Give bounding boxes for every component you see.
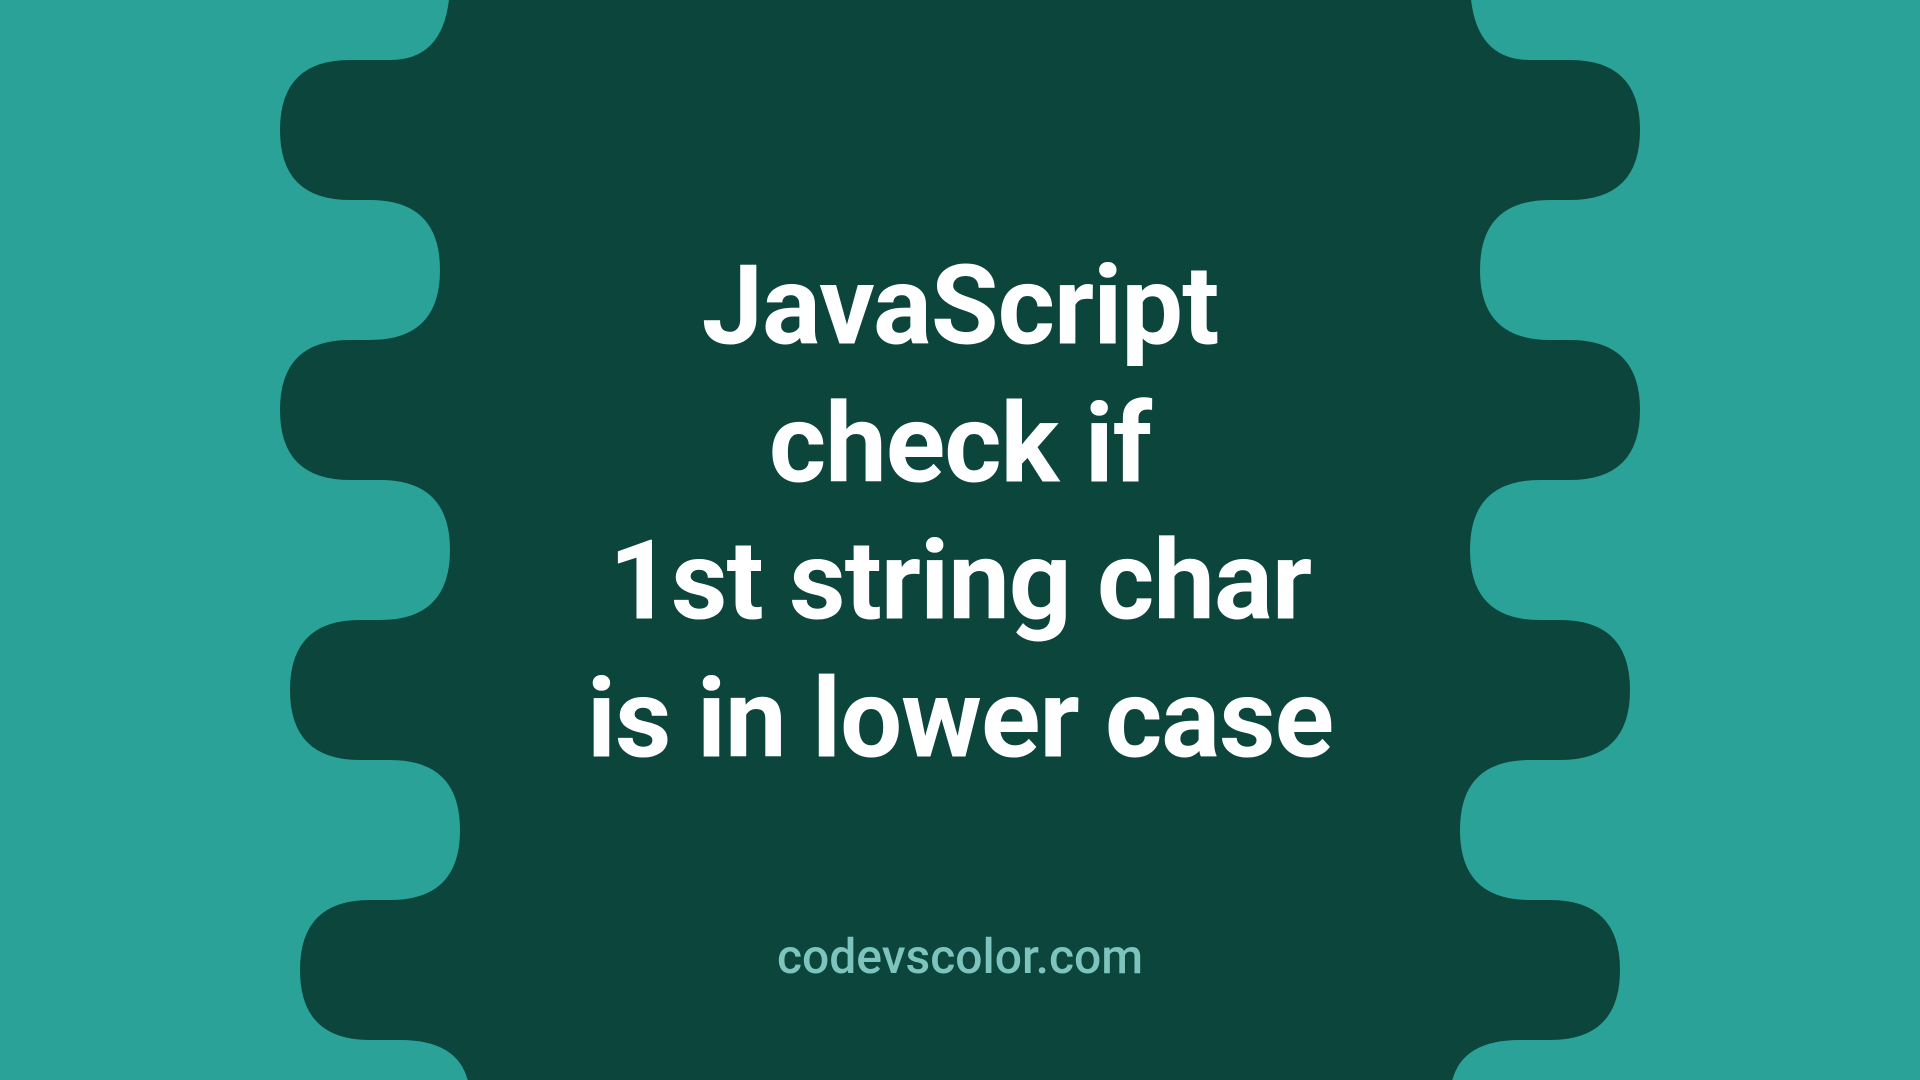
banner-container: JavaScript check if 1st string char is i… (0, 0, 1920, 1080)
title-block: JavaScript check if 1st string char is i… (587, 238, 1333, 788)
title-line-2: check if (587, 375, 1333, 513)
title-line-1: JavaScript (587, 238, 1333, 376)
title-line-4: is in lower case (587, 650, 1333, 788)
title-line-3: 1st string char (587, 513, 1333, 651)
watermark-text: codevscolor.com (777, 928, 1143, 985)
